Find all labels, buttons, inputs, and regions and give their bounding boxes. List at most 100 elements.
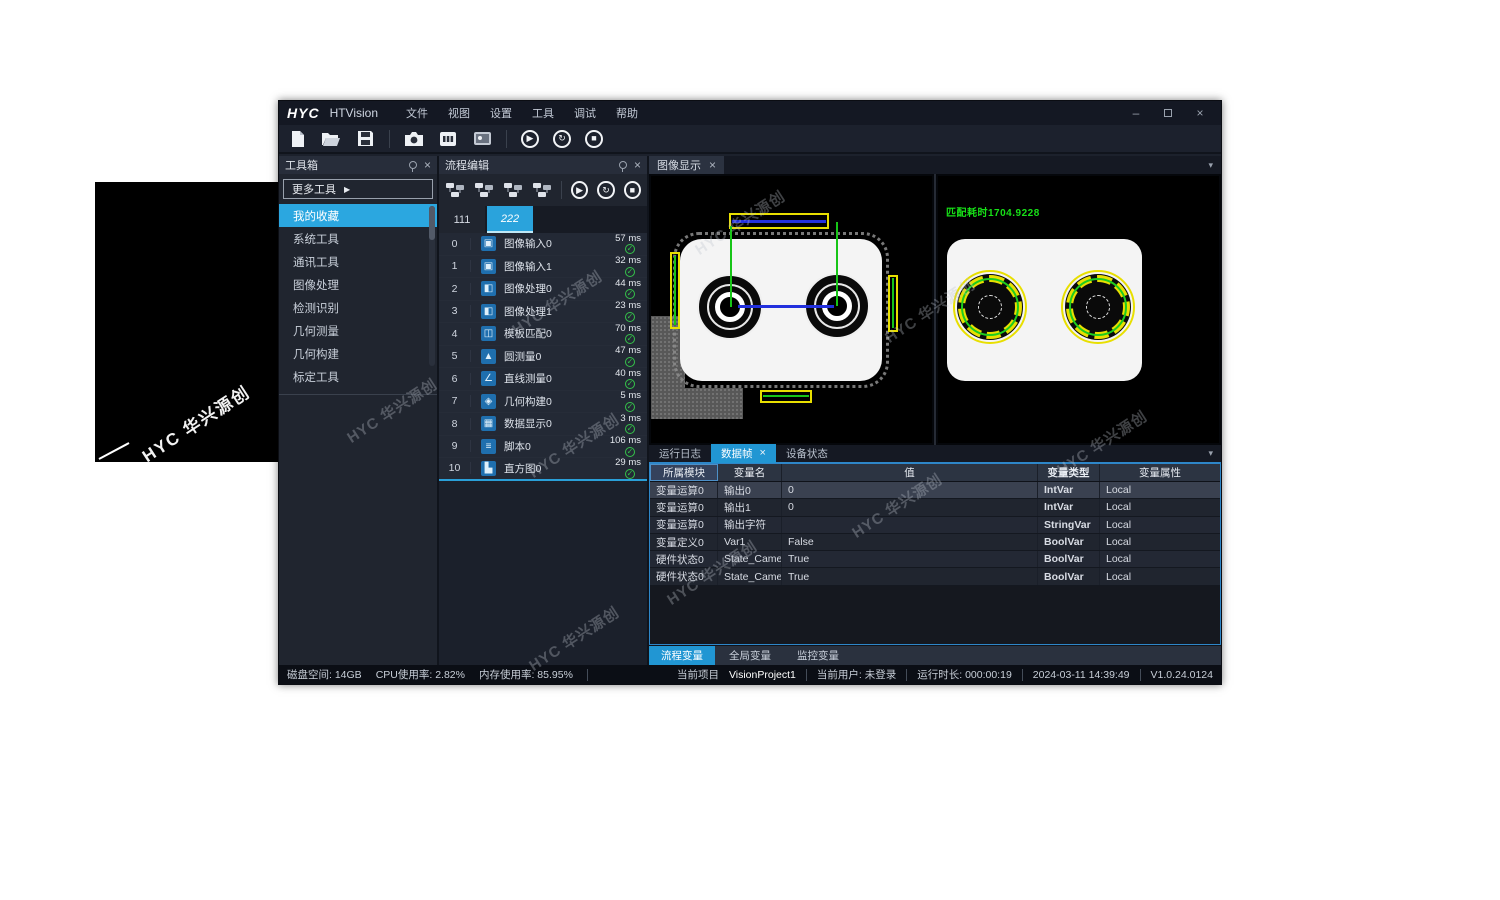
- flow-step-row[interactable]: 8 ▦ 数据显示0 3 ms✓: [439, 413, 647, 436]
- tab-run-log[interactable]: 运行日志: [649, 444, 711, 463]
- check-icon: ✓: [625, 402, 635, 412]
- match-time-overlay: 匹配耗时1704.9228: [946, 204, 1040, 219]
- menu-tools[interactable]: 工具: [532, 105, 554, 121]
- tab-device-status[interactable]: 设备状态: [776, 444, 838, 463]
- close-tab-icon[interactable]: ×: [760, 448, 766, 459]
- toolbox-item-image[interactable]: 图像处理: [279, 273, 437, 296]
- copy-module-icon[interactable]: [503, 182, 523, 198]
- flow-step-row[interactable]: 1 ▣ 图像输入1 32 ms✓: [439, 256, 647, 279]
- tab-image-display[interactable]: 图像显示 ×: [649, 156, 724, 174]
- more-tools-button[interactable]: 更多工具 ▶: [283, 179, 433, 199]
- maximize-button[interactable]: [1155, 104, 1181, 122]
- pin-icon[interactable]: [409, 161, 417, 169]
- device-grid-icon[interactable]: [438, 129, 458, 149]
- flow-step-row[interactable]: 5 ▲ 圆测量0 47 ms✓: [439, 346, 647, 369]
- flow-run-button[interactable]: ▶: [571, 181, 588, 199]
- table-row[interactable]: 变量运算0 输出1 0 IntVar Local: [650, 499, 1220, 516]
- minimize-button[interactable]: –: [1123, 104, 1149, 122]
- col-module[interactable]: 所属模块: [650, 464, 718, 481]
- project-name: VisionProject1: [729, 669, 796, 681]
- step-index: 7: [439, 395, 471, 407]
- step-time: 3 ms: [620, 414, 641, 424]
- col-prop[interactable]: 变量属性: [1100, 464, 1220, 481]
- chevron-down-icon[interactable]: ▾: [1208, 448, 1213, 459]
- camera-view-2[interactable]: 匹配耗时1704.9228: [938, 176, 1219, 443]
- flow-step-row[interactable]: 0 ▣ 图像输入0 57 ms✓: [439, 233, 647, 256]
- menu-debug[interactable]: 调试: [574, 105, 596, 121]
- tab-data-frame[interactable]: 数据帧 ×: [711, 444, 776, 463]
- table-row[interactable]: 硬件状态0 State_Camer... True BoolVar Local: [650, 551, 1220, 568]
- add-module-icon[interactable]: [445, 182, 465, 198]
- table-row[interactable]: 变量运算0 输出0 0 IntVar Local: [650, 482, 1220, 499]
- open-file-icon[interactable]: [321, 129, 341, 149]
- step-name: 几何构建0: [504, 394, 595, 409]
- image-display-area[interactable]: 匹配耗时1704.9228: [649, 174, 1221, 445]
- pin-icon[interactable]: [619, 161, 627, 169]
- menu-view[interactable]: 视图: [448, 105, 470, 121]
- cell-module: 硬件状态0: [650, 568, 718, 584]
- flow-tab-222[interactable]: 222: [487, 206, 533, 233]
- stop-button[interactable]: ■: [585, 130, 603, 148]
- table-row[interactable]: 变量运算0 输出字符 StringVar Local: [650, 517, 1220, 534]
- flow-step-row[interactable]: 9 ≡ 脚本0 106 ms✓: [439, 436, 647, 459]
- table-row[interactable]: 变量定义0 Var1 False BoolVar Local: [650, 534, 1220, 551]
- close-button[interactable]: ×: [1187, 104, 1213, 122]
- cell-module: 变量定义0: [650, 534, 718, 550]
- col-type[interactable]: 变量类型: [1038, 464, 1100, 481]
- camera-view-1[interactable]: [651, 176, 932, 443]
- save-icon[interactable]: [355, 129, 375, 149]
- delete-module-icon[interactable]: [532, 182, 552, 198]
- cell-type: IntVar: [1038, 499, 1100, 515]
- toolbox-item-comm[interactable]: 通讯工具: [279, 250, 437, 273]
- cell-name: Var1: [718, 534, 782, 550]
- tab-monitor-variables[interactable]: 监控变量: [785, 646, 851, 665]
- status-separator: [1140, 669, 1141, 681]
- flow-step-row[interactable]: 4 ◫ 模板匹配0 70 ms✓: [439, 323, 647, 346]
- check-icon: ✓: [625, 244, 635, 254]
- close-panel-icon[interactable]: ×: [424, 159, 431, 171]
- flow-tab-111[interactable]: 111: [439, 206, 485, 233]
- check-icon: ✓: [625, 469, 635, 479]
- tab-process-variables[interactable]: 流程变量: [649, 646, 715, 665]
- status-separator: [587, 669, 588, 681]
- toolbox-item-system[interactable]: 系统工具: [279, 227, 437, 250]
- step-index: 10: [439, 462, 471, 474]
- cell-value: [782, 517, 1038, 533]
- run-button[interactable]: ▶: [521, 130, 539, 148]
- toolbox-item-favorites[interactable]: 我的收藏: [279, 204, 437, 227]
- script-icon: ≡: [481, 439, 496, 454]
- continuous-run-button[interactable]: ↻: [553, 130, 571, 148]
- flow-loop-button[interactable]: ↻: [597, 181, 614, 199]
- menu-settings[interactable]: 设置: [490, 105, 512, 121]
- new-file-icon[interactable]: [287, 129, 307, 149]
- toolbox-item-geometry-build[interactable]: 几何构建: [279, 342, 437, 365]
- chevron-down-icon[interactable]: ▾: [1208, 160, 1213, 171]
- toolbox-item-geometry-measure[interactable]: 几何测量: [279, 319, 437, 342]
- image-capture-icon[interactable]: [472, 129, 492, 149]
- col-value[interactable]: 值: [782, 464, 1038, 481]
- flow-step-row[interactable]: 7 ◈ 几何构建0 5 ms✓: [439, 391, 647, 414]
- flow-step-row[interactable]: 2 ◧ 图像处理0 44 ms✓: [439, 278, 647, 301]
- lens-result-left: [951, 268, 1029, 346]
- toolbox-scrollbar[interactable]: [429, 206, 435, 366]
- step-status: 5 ms✓: [595, 391, 647, 412]
- menu-help[interactable]: 帮助: [616, 105, 638, 121]
- insert-module-icon[interactable]: [474, 182, 494, 198]
- col-name[interactable]: 变量名: [718, 464, 782, 481]
- table-row[interactable]: 硬件状态0 State_Camer... True BoolVar Local: [650, 568, 1220, 585]
- flow-step-row[interactable]: 6 ∠ 直线测量0 40 ms✓: [439, 368, 647, 391]
- scrollbar-thumb[interactable]: [429, 206, 435, 240]
- toolbox-item-detect[interactable]: 检测识别: [279, 296, 437, 319]
- cell-name: 输出1: [718, 499, 782, 515]
- close-tab-icon[interactable]: ×: [709, 159, 716, 171]
- menu-file[interactable]: 文件: [406, 105, 428, 121]
- close-panel-icon[interactable]: ×: [634, 159, 641, 171]
- tab-global-variables[interactable]: 全局变量: [717, 646, 783, 665]
- camera-icon[interactable]: [404, 129, 424, 149]
- run-duration: 运行时长: 000:00:19: [917, 667, 1012, 682]
- flow-stop-button[interactable]: ■: [624, 181, 641, 199]
- flow-step-row[interactable]: 10 ▙ 直方图0 29 ms✓: [439, 458, 647, 481]
- current-user: 当前用户: 未登录: [817, 667, 896, 682]
- flow-step-row[interactable]: 3 ◧ 图像处理1 23 ms✓: [439, 301, 647, 324]
- toolbox-item-calibration[interactable]: 标定工具: [279, 365, 437, 388]
